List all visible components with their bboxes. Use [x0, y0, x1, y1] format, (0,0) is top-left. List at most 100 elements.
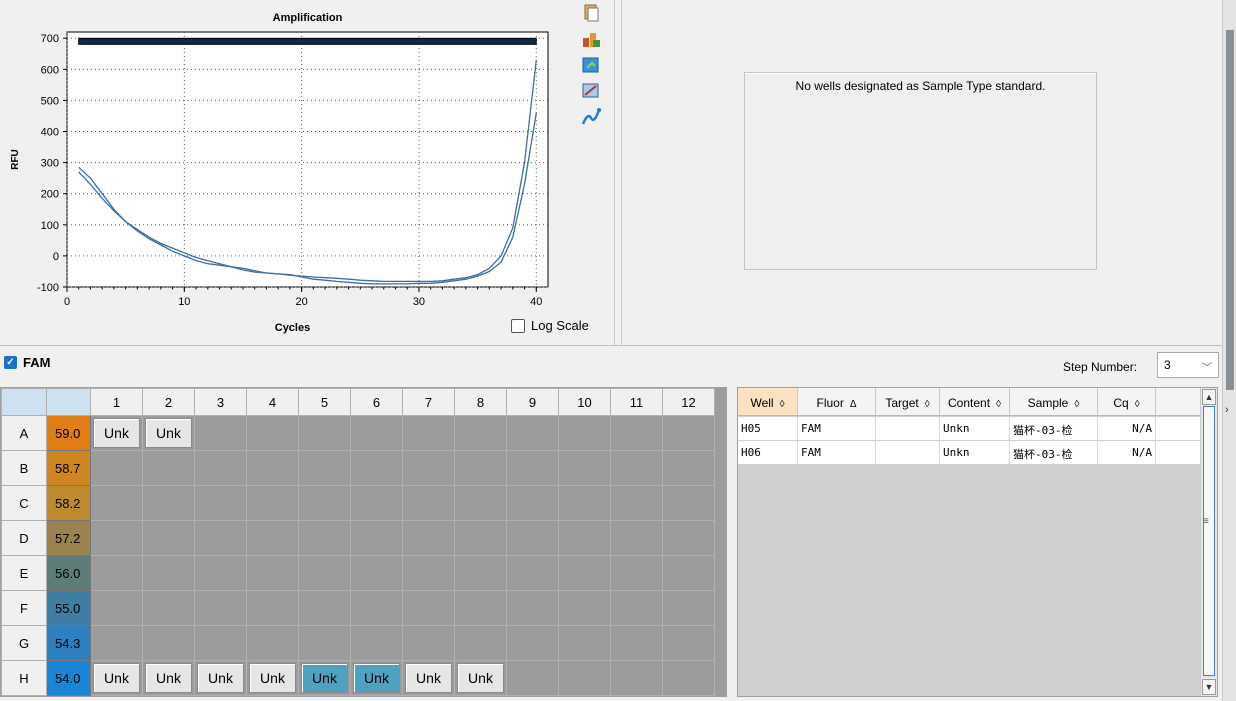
- plate-well[interactable]: [246, 520, 299, 556]
- plate-well[interactable]: [610, 590, 663, 626]
- export-data-icon[interactable]: [580, 28, 602, 50]
- plate-well[interactable]: Unk: [402, 660, 455, 696]
- plate-well[interactable]: [558, 415, 611, 451]
- plate-well[interactable]: [610, 660, 663, 696]
- plate-well[interactable]: Unk: [194, 660, 247, 696]
- plate-well[interactable]: [454, 625, 507, 661]
- plate-column-header[interactable]: 12: [662, 388, 715, 416]
- plate-well[interactable]: [350, 485, 403, 521]
- plate-well[interactable]: [662, 415, 715, 451]
- plate-well[interactable]: [350, 415, 403, 451]
- plate-column-header[interactable]: 11: [610, 388, 663, 416]
- sort-icon[interactable]: ◊: [996, 399, 1001, 410]
- plate-well[interactable]: Unk: [142, 415, 195, 451]
- fam-checkbox[interactable]: ✓: [4, 356, 17, 369]
- plate-well[interactable]: [298, 555, 351, 591]
- plate-well[interactable]: [142, 520, 195, 556]
- plate-column-header[interactable]: 8: [454, 388, 507, 416]
- well-sample-button[interactable]: Unk: [457, 663, 504, 693]
- plate-well[interactable]: Unk: [142, 660, 195, 696]
- plate-well[interactable]: [506, 485, 559, 521]
- plate-well[interactable]: [506, 520, 559, 556]
- plate-well[interactable]: [402, 555, 455, 591]
- plate-well[interactable]: [558, 590, 611, 626]
- plate-column-header[interactable]: 5: [298, 388, 351, 416]
- well-sample-button[interactable]: Unk: [353, 663, 400, 693]
- plate-row-header[interactable]: B: [1, 450, 47, 486]
- plate-well[interactable]: [142, 625, 195, 661]
- curve-icon[interactable]: [580, 106, 602, 128]
- results-column-header[interactable]: Sample ◊: [1010, 388, 1098, 415]
- plate-well[interactable]: [298, 520, 351, 556]
- well-sample-button[interactable]: Unk: [145, 663, 192, 693]
- plate-well[interactable]: [558, 450, 611, 486]
- plate-row-header[interactable]: A: [1, 415, 47, 451]
- sort-icon[interactable]: ◊: [1135, 399, 1140, 410]
- vertical-splitter[interactable]: [614, 0, 622, 345]
- plate-well[interactable]: [246, 555, 299, 591]
- plate-corner[interactable]: [1, 388, 47, 416]
- plate-well[interactable]: [506, 660, 559, 696]
- table-row[interactable]: H06 FAM Unkn 猫杯-03-检 N/A: [738, 441, 1202, 465]
- plate-well[interactable]: [142, 590, 195, 626]
- plate-well[interactable]: [662, 450, 715, 486]
- plate-well[interactable]: [506, 555, 559, 591]
- well-sample-button[interactable]: Unk: [197, 663, 244, 693]
- plate-column-header[interactable]: 6: [350, 388, 403, 416]
- well-sample-button[interactable]: Unk: [145, 418, 192, 448]
- sort-icon[interactable]: ◊: [925, 399, 930, 410]
- plate-well[interactable]: [194, 590, 247, 626]
- collapse-arrow-icon[interactable]: ›: [1225, 404, 1229, 416]
- plate-well[interactable]: [142, 450, 195, 486]
- scroll-thumb[interactable]: [1203, 406, 1215, 676]
- plate-well[interactable]: [90, 485, 143, 521]
- plate-well[interactable]: [610, 555, 663, 591]
- plate-well[interactable]: [454, 590, 507, 626]
- plate-well[interactable]: [90, 590, 143, 626]
- plate-column-header[interactable]: 10: [558, 388, 611, 416]
- plate-well[interactable]: [506, 590, 559, 626]
- plate-well[interactable]: [506, 450, 559, 486]
- results-column-header[interactable]: Cq ◊: [1098, 388, 1156, 415]
- plate-well[interactable]: [402, 590, 455, 626]
- plate-well[interactable]: [402, 415, 455, 451]
- plate-row-header[interactable]: G: [1, 625, 47, 661]
- plate-well[interactable]: [610, 485, 663, 521]
- plate-well[interactable]: Unk: [90, 415, 143, 451]
- plate-well[interactable]: [662, 625, 715, 661]
- plate-well[interactable]: [298, 590, 351, 626]
- sort-icon[interactable]: ◊: [780, 399, 785, 410]
- plate-well[interactable]: [298, 450, 351, 486]
- plate-well[interactable]: [142, 555, 195, 591]
- plate-well[interactable]: [142, 485, 195, 521]
- zoom-icon[interactable]: [580, 80, 602, 102]
- plate-well[interactable]: [350, 590, 403, 626]
- threshold-line[interactable]: [78, 37, 537, 45]
- well-sample-button[interactable]: Unk: [405, 663, 452, 693]
- plate-well[interactable]: [298, 485, 351, 521]
- plate-well[interactable]: [454, 415, 507, 451]
- results-column-header[interactable]: Content ◊: [940, 388, 1010, 415]
- plate-well[interactable]: [90, 625, 143, 661]
- plate-well[interactable]: [454, 520, 507, 556]
- plate-well[interactable]: [402, 485, 455, 521]
- plate-well[interactable]: Unk: [350, 660, 403, 696]
- plate-well[interactable]: [402, 450, 455, 486]
- plate-well[interactable]: [194, 625, 247, 661]
- results-column-header[interactable]: Fluor Δ: [798, 388, 876, 415]
- plate-well[interactable]: [402, 625, 455, 661]
- plate-well[interactable]: [246, 450, 299, 486]
- plate-well[interactable]: Unk: [454, 660, 507, 696]
- log-scale-checkbox[interactable]: [511, 318, 525, 333]
- plate-well[interactable]: Unk: [298, 660, 351, 696]
- plate-well[interactable]: [558, 660, 611, 696]
- scroll-up-icon[interactable]: ▲: [1202, 389, 1216, 405]
- plate-column-header[interactable]: 4: [246, 388, 299, 416]
- plate-well[interactable]: Unk: [246, 660, 299, 696]
- plate-well[interactable]: [298, 415, 351, 451]
- copy-icon[interactable]: [580, 2, 602, 24]
- plate-well[interactable]: [90, 555, 143, 591]
- plate-well[interactable]: Unk: [90, 660, 143, 696]
- plate-well[interactable]: [246, 485, 299, 521]
- plate-row-header[interactable]: E: [1, 555, 47, 591]
